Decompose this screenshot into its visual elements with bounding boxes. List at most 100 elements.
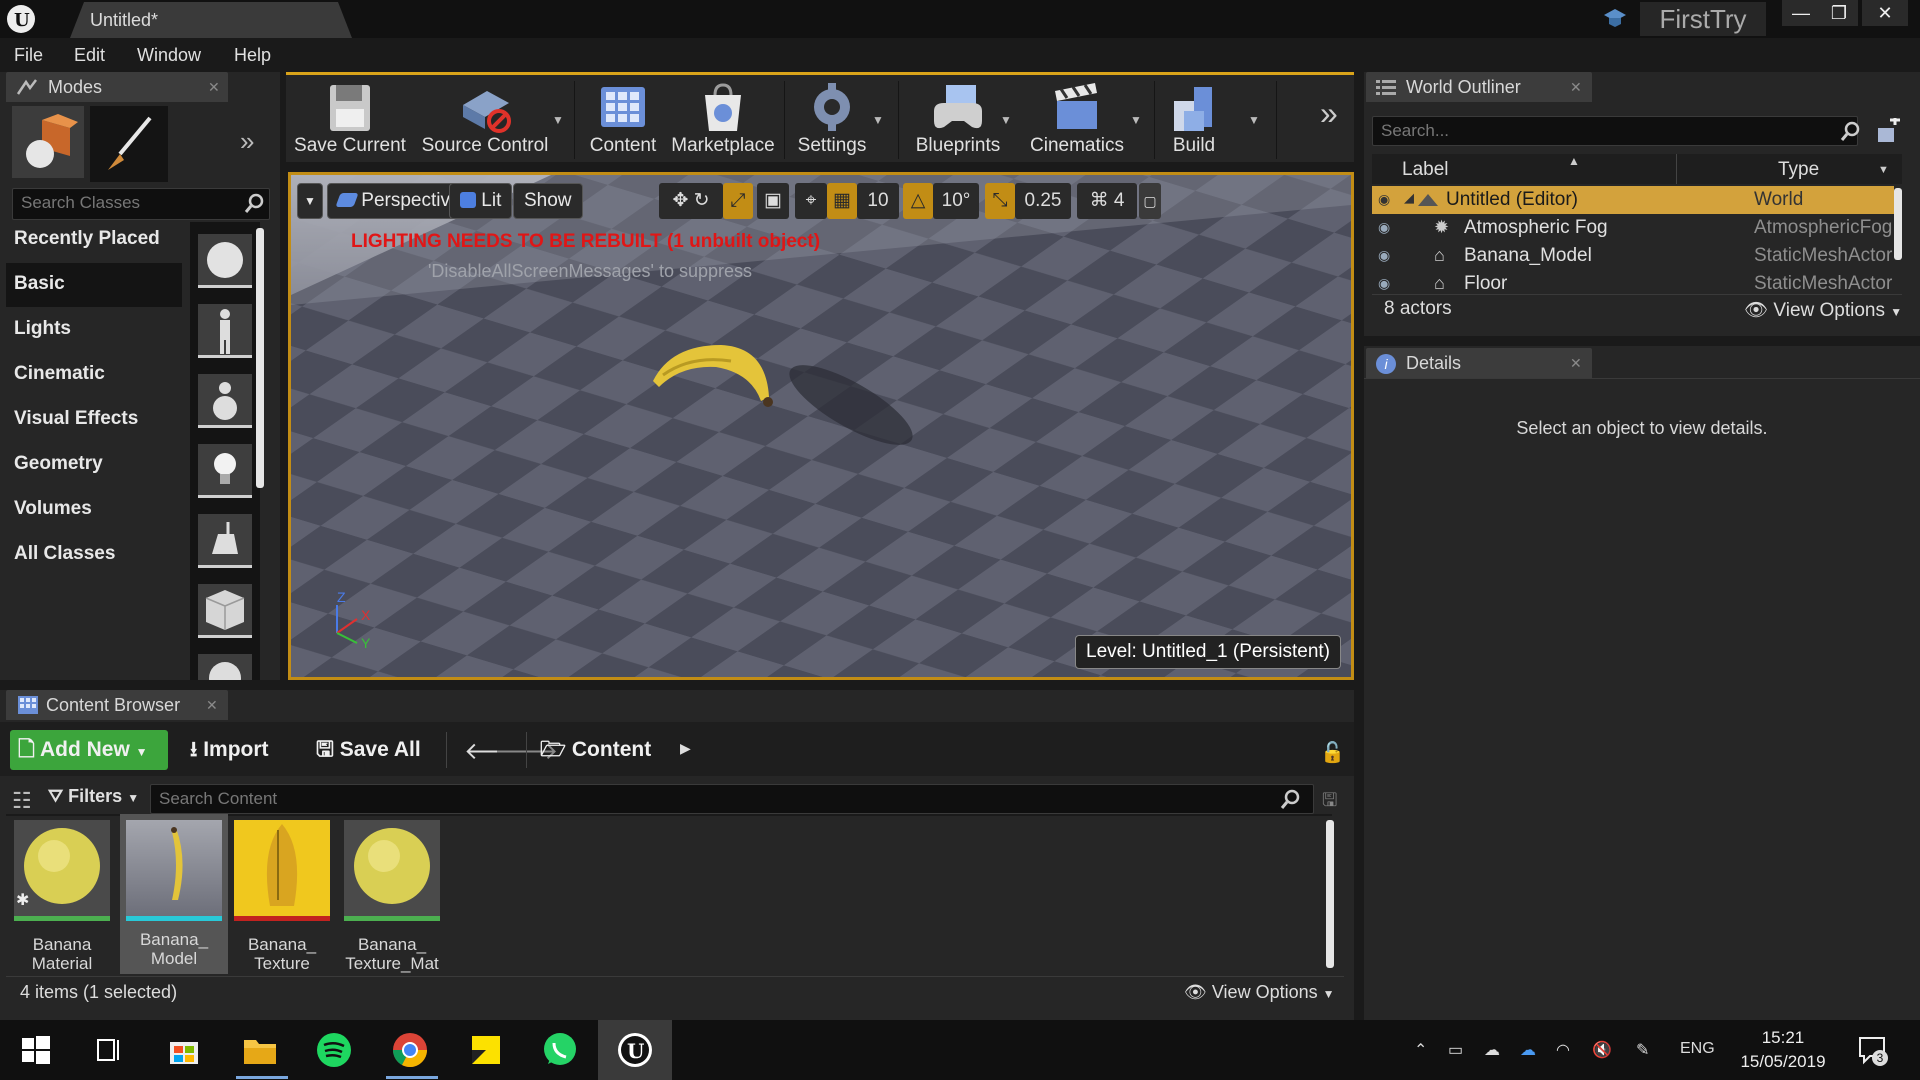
marketplace-button[interactable]: Marketplace: [666, 75, 780, 161]
source-control-dropdown-icon[interactable]: ▼: [552, 113, 564, 127]
camera-speed[interactable]: ⌘ 4: [1077, 183, 1137, 219]
column-type-dropdown-icon[interactable]: ▼: [1878, 164, 1889, 176]
category-basic[interactable]: Basic: [6, 263, 182, 307]
details-tab[interactable]: i Details ✕: [1366, 348, 1592, 378]
asset-tile[interactable]: Banana_ Texture_Mat: [344, 820, 440, 973]
save-current-button[interactable]: Save Current: [294, 75, 406, 161]
rotation-snap-icon[interactable]: △: [903, 183, 933, 219]
sources-panel-toggle-icon[interactable]: ☷: [12, 788, 32, 814]
add-new-button[interactable]: 🗋 Add New ▼: [10, 730, 168, 770]
asset-tile-selected[interactable]: Banana_ Model: [120, 814, 228, 974]
level-viewport[interactable]: ▼ Perspective Lit Show ✥ ↻ ⤢ ▣ ⌖ ▦ 10 △ …: [288, 172, 1354, 680]
lit-button[interactable]: Lit: [449, 183, 513, 219]
language-indicator[interactable]: ENG: [1680, 1040, 1715, 1058]
menu-help[interactable]: Help: [234, 45, 271, 66]
show-hidden-icons-icon[interactable]: ⌃: [1414, 1040, 1427, 1060]
notifications-icon[interactable]: 3: [1856, 1034, 1888, 1066]
file-explorer-icon[interactable]: [240, 1030, 280, 1070]
actor-thumb-cube[interactable]: [198, 584, 252, 638]
world-outliner-tab[interactable]: World Outliner ✕: [1366, 72, 1592, 102]
volume-muted-icon[interactable]: 🔇: [1592, 1040, 1612, 1060]
scale-snap-icon[interactable]: ⤡: [985, 183, 1015, 219]
search-content-input[interactable]: Search Content: [150, 784, 1314, 814]
modes-tab[interactable]: Modes ✕: [6, 72, 228, 102]
outliner-row[interactable]: ◉ ◢ Untitled (Editor) World: [1372, 186, 1894, 214]
asset-tile[interactable]: Banana_ Texture: [234, 820, 330, 973]
content-scrollbar[interactable]: [1326, 820, 1334, 968]
cinematics-button[interactable]: Cinematics: [1020, 75, 1134, 161]
place-mode-button[interactable]: [12, 106, 84, 178]
show-button[interactable]: Show: [513, 183, 583, 219]
import-button[interactable]: ⭳ Import: [190, 730, 269, 770]
paint-mode-button[interactable]: [90, 106, 168, 182]
task-view-icon[interactable]: [88, 1030, 128, 1070]
battery-icon[interactable]: ▭: [1448, 1040, 1463, 1060]
path-chevron-right-icon[interactable]: ▶: [680, 740, 691, 757]
scale-snap-value[interactable]: 0.25: [1015, 183, 1071, 219]
modes-close-icon[interactable]: ✕: [208, 79, 220, 96]
store-icon[interactable]: [164, 1030, 204, 1070]
actor-thumb-player-start[interactable]: [198, 514, 252, 568]
menu-edit[interactable]: Edit: [74, 45, 105, 66]
chrome-icon[interactable]: [390, 1030, 430, 1070]
whatsapp-icon[interactable]: [540, 1030, 580, 1070]
document-tab[interactable]: Untitled*: [70, 2, 352, 38]
category-lights[interactable]: Lights: [6, 308, 182, 352]
expand-triangle-icon[interactable]: ◢: [1404, 190, 1414, 206]
close-button[interactable]: ✕: [1862, 0, 1908, 26]
content-view-options-button[interactable]: 👁 View Options ▼: [1184, 982, 1335, 1003]
actor-thumb-sphere[interactable]: [198, 654, 252, 680]
menu-window[interactable]: Window: [137, 45, 201, 66]
outliner-row[interactable]: ◉ ⌂ Banana_Model StaticMeshActor: [1372, 242, 1894, 270]
visibility-eye-icon[interactable]: ◉: [1378, 191, 1390, 208]
pen-icon[interactable]: ✎: [1636, 1040, 1649, 1060]
blueprints-button[interactable]: Blueprints: [902, 75, 1014, 161]
windows-start-icon[interactable]: [16, 1030, 56, 1070]
column-label[interactable]: Label: [1402, 159, 1449, 181]
category-volumes[interactable]: Volumes: [6, 488, 182, 532]
build-dropdown-icon[interactable]: ▼: [1248, 113, 1260, 127]
restore-button[interactable]: ❐: [1820, 0, 1858, 26]
more-modes-icon[interactable]: »: [240, 126, 268, 156]
content-browser-close-icon[interactable]: ✕: [206, 697, 218, 714]
details-close-icon[interactable]: ✕: [1570, 355, 1582, 372]
content-browser-tab[interactable]: Content Browser ✕: [6, 690, 228, 720]
build-button[interactable]: Build: [1158, 75, 1230, 161]
wifi-icon[interactable]: ◠: [1556, 1040, 1570, 1060]
outliner-scrollbar[interactable]: [1894, 188, 1902, 260]
settings-button[interactable]: Settings: [790, 75, 874, 161]
outliner-close-icon[interactable]: ✕: [1570, 79, 1582, 96]
content-button[interactable]: Content: [580, 75, 666, 161]
filters-button[interactable]: ⛛ Filters ▼: [48, 786, 139, 807]
outliner-row[interactable]: ◉ ⌂ Floor StaticMeshActor: [1372, 270, 1894, 292]
cinematics-dropdown-icon[interactable]: ▼: [1130, 113, 1142, 127]
menu-file[interactable]: File: [14, 45, 43, 66]
translate-tool-icon[interactable]: ✥: [672, 190, 688, 211]
clock[interactable]: 15:21 15/05/2019: [1738, 1026, 1828, 1074]
search-classes-input[interactable]: Search Classes: [12, 188, 270, 220]
save-all-button[interactable]: 🖫 Save All: [316, 730, 421, 770]
outliner-settings-icon[interactable]: [1874, 118, 1902, 144]
actor-thumb-point-light[interactable]: [198, 444, 252, 498]
actor-thumb-empty-actor[interactable]: [198, 234, 252, 288]
visibility-eye-icon[interactable]: ◉: [1378, 247, 1390, 264]
category-visual-effects[interactable]: Visual Effects: [6, 398, 182, 442]
outliner-view-options-button[interactable]: 👁 View Options ▼: [1744, 298, 1902, 322]
minimize-button[interactable]: —: [1782, 0, 1820, 26]
unreal-taskbar-button[interactable]: U: [598, 1020, 672, 1080]
visibility-eye-icon[interactable]: ◉: [1378, 275, 1390, 292]
rotate-tool-icon[interactable]: ↻: [694, 190, 710, 211]
sticky-notes-icon[interactable]: [466, 1030, 506, 1070]
outliner-row[interactable]: ◉ ✹ Atmospheric Fog AtmosphericFog: [1372, 214, 1894, 242]
category-all-classes[interactable]: All Classes: [6, 533, 182, 577]
modes-scrollbar[interactable]: [256, 228, 264, 488]
category-cinematic[interactable]: Cinematic: [6, 353, 182, 397]
grid-snap-icon[interactable]: ▦: [827, 183, 857, 219]
scale-tool-icon[interactable]: ⤢: [723, 183, 753, 219]
grid-snap-value[interactable]: 10: [857, 183, 899, 219]
lock-icon[interactable]: 🔓: [1320, 740, 1345, 765]
onedrive-icon[interactable]: ☁: [1520, 1040, 1536, 1060]
settings-dropdown-icon[interactable]: ▼: [872, 113, 884, 127]
surface-snap-icon[interactable]: ⌖: [795, 183, 827, 219]
visibility-eye-icon[interactable]: ◉: [1378, 219, 1390, 236]
